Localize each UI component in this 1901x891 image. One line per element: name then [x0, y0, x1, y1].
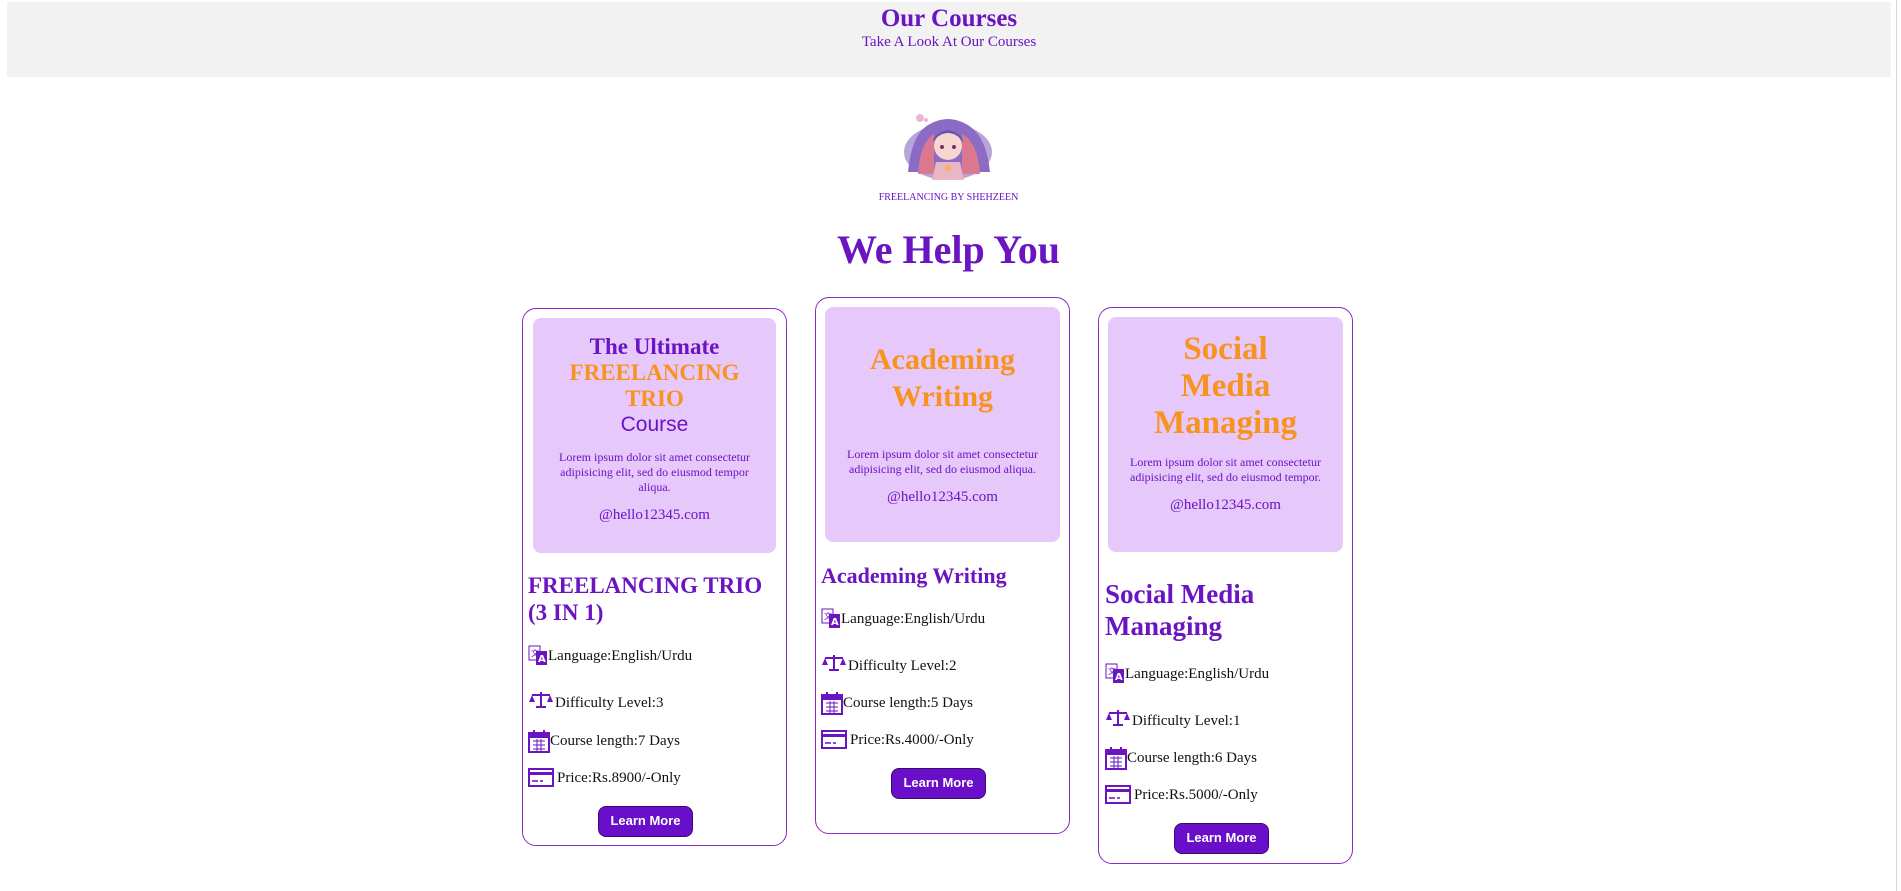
- banner-handle: @hello12345.com: [599, 507, 710, 523]
- course-card-social-media: Social Media Managing Lorem ipsum dolor …: [1098, 307, 1353, 864]
- language-text: Language:English/Urdu: [548, 647, 693, 664]
- calendar-icon: [528, 730, 550, 753]
- vertical-scrollbar[interactable]: [1893, 0, 1901, 891]
- difficulty-text: Difficulty Level:1: [1132, 713, 1241, 729]
- translate-icon: 文A: [1105, 663, 1124, 683]
- course-title: FREELANCING TRIO (3 IN 1): [528, 573, 763, 625]
- page-subtitle: Take A Look At Our Courses: [861, 34, 1037, 50]
- price-text: Price:Rs.5000/-Only: [1134, 786, 1258, 803]
- banner-description: Lorem ipsum dolor sit amet consectetur a…: [847, 447, 1038, 476]
- brand-logo: [900, 112, 997, 182]
- banner-line-3: Course: [620, 413, 689, 436]
- course-difficulty: Difficulty Level:1: [1105, 705, 1240, 730]
- section-headline: We Help You: [837, 227, 1060, 272]
- calendar-icon: [1105, 747, 1127, 770]
- difficulty-text: Difficulty Level:2: [848, 658, 957, 674]
- course-language: 文A Language:English/Urdu: [821, 608, 985, 630]
- course-difficulty: Difficulty Level:3: [528, 687, 663, 712]
- banner-handle: @hello12345.com: [1170, 497, 1281, 513]
- course-language: 文A Language:English/Urdu: [1105, 663, 1269, 685]
- credit-card-icon: [1105, 785, 1131, 804]
- translate-icon: 文A: [528, 645, 547, 665]
- svg-text:A: A: [831, 617, 839, 628]
- course-price: Price:Rs.8900/-Only: [528, 768, 681, 788]
- price-text: Price:Rs.4000/-Only: [850, 731, 974, 748]
- course-length: Course length:6 Days: [1105, 746, 1257, 770]
- course-language: 文A Language:English/Urdu: [528, 645, 692, 667]
- translate-icon: 文A: [821, 608, 840, 628]
- page-title: Our Courses: [880, 5, 1018, 32]
- banner-handle: @hello12345.com: [887, 489, 998, 505]
- balance-scale-icon: [822, 654, 846, 671]
- course-title: Social Media Managing: [1105, 579, 1255, 641]
- length-text: Course length:7 Days: [550, 732, 680, 749]
- svg-text:A: A: [538, 654, 546, 665]
- course-price: Price:Rs.4000/-Only: [821, 730, 974, 750]
- banner-line-1: The Ultimate: [589, 334, 720, 359]
- svg-text:A: A: [1115, 672, 1123, 683]
- banner-description: Lorem ipsum dolor sit amet consectetur a…: [1130, 455, 1321, 484]
- course-length: Course length:5 Days: [821, 691, 973, 715]
- length-text: Course length:5 Days: [843, 694, 973, 711]
- language-text: Language:English/Urdu: [841, 610, 986, 627]
- course-banner: The Ultimate FREELANCING TRIO Course Lor…: [533, 318, 776, 553]
- course-price: Price:Rs.5000/-Only: [1105, 785, 1258, 805]
- course-title: Academing Writing: [821, 563, 1007, 588]
- balance-scale-icon: [1106, 709, 1130, 726]
- banner-title: Social Media Managing: [1153, 331, 1298, 441]
- course-card-freelancing-trio: The Ultimate FREELANCING TRIO Course Lor…: [522, 308, 787, 846]
- balance-scale-icon: [529, 691, 553, 708]
- credit-card-icon: [528, 768, 554, 787]
- language-text: Language:English/Urdu: [1125, 665, 1270, 682]
- banner-description: Lorem ipsum dolor sit amet consectetur a…: [559, 450, 750, 494]
- banner-line-2: FREELANCING TRIO: [569, 360, 740, 411]
- course-banner: Social Media Managing Lorem ipsum dolor …: [1108, 317, 1343, 552]
- learn-more-button[interactable]: Learn More: [891, 768, 986, 799]
- brand-caption: FREELANCING BY SHEHZEEN: [878, 192, 1019, 203]
- course-card-academing-writing: Academing Writing Lorem ipsum dolor sit …: [815, 297, 1070, 834]
- course-length: Course length:7 Days: [528, 729, 680, 753]
- credit-card-icon: [821, 730, 847, 749]
- page-header: Our Courses Take A Look At Our Courses: [7, 2, 1891, 77]
- learn-more-button[interactable]: Learn More: [1174, 823, 1269, 854]
- difficulty-text: Difficulty Level:3: [555, 695, 664, 711]
- calendar-icon: [821, 692, 843, 715]
- banner-title: Academing Writing: [870, 343, 1015, 413]
- length-text: Course length:6 Days: [1127, 749, 1257, 766]
- course-banner: Academing Writing Lorem ipsum dolor sit …: [825, 307, 1060, 542]
- learn-more-button[interactable]: Learn More: [598, 806, 693, 837]
- price-text: Price:Rs.8900/-Only: [557, 769, 681, 786]
- course-difficulty: Difficulty Level:2: [821, 650, 956, 675]
